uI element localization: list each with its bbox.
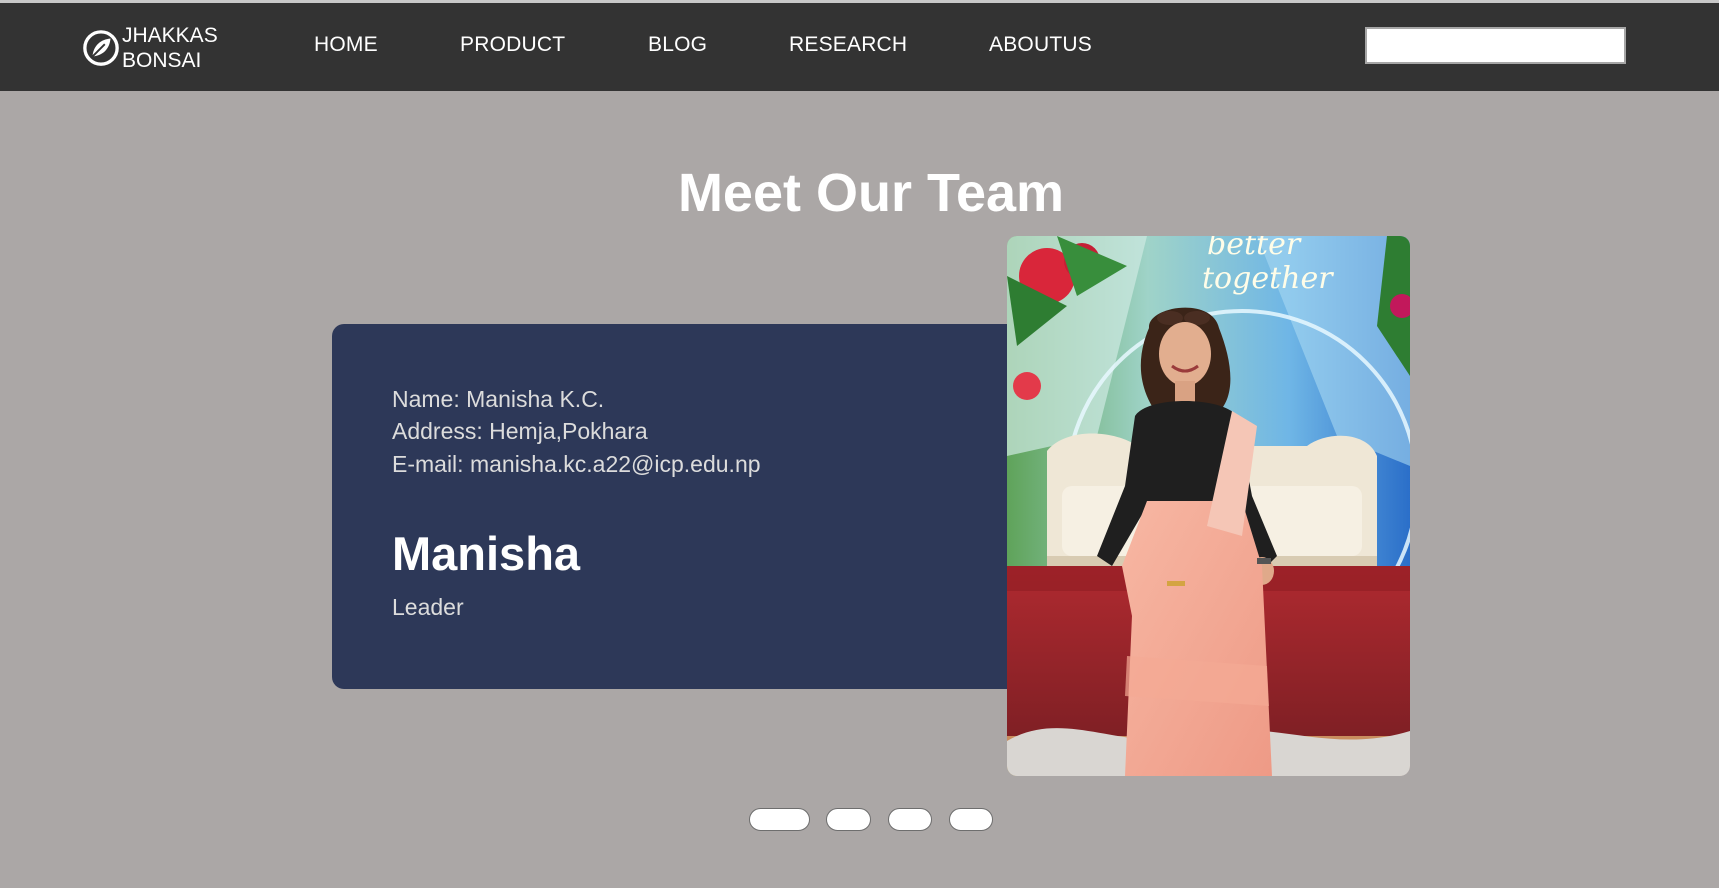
nav-aboutus[interactable]: ABOUTUS	[989, 33, 1092, 57]
member-display-name: Manisha	[392, 527, 581, 580]
navbar: JHAKKAS BONSAI HOME PRODUCT BLOG RESEARC…	[0, 3, 1719, 91]
search-input[interactable]	[1365, 27, 1626, 64]
member-name-line: Name: Manisha K.C.	[392, 386, 605, 412]
nav-research[interactable]: RESEARCH	[789, 33, 907, 57]
nav-product[interactable]: PRODUCT	[460, 33, 565, 57]
nav-blog[interactable]: BLOG	[648, 33, 707, 57]
brand-line-1: JHAKKAS	[122, 24, 218, 47]
brand-logo[interactable]: JHAKKAS BONSAI	[82, 23, 218, 73]
page-title: Meet Our Team	[677, 163, 1065, 223]
member-address-line: Address: Hemja,Pokhara	[392, 418, 648, 444]
photo-sign-text-2: together	[1202, 261, 1334, 296]
member-email-line: E-mail: manisha.kc.a22@icp.edu.np	[392, 451, 761, 477]
member-photo-image: better together	[1007, 236, 1410, 776]
member-photo: better together	[1007, 236, 1410, 776]
leaf-icon	[83, 30, 119, 66]
slider-dot-4[interactable]	[949, 808, 993, 831]
member-info-card: Name: Manisha K.C. Address: Hemja,Pokhar…	[332, 324, 1033, 689]
slider-dot-3[interactable]	[888, 808, 932, 831]
member-role: Leader	[392, 594, 464, 620]
brand-line-2: BONSAI	[122, 49, 202, 72]
nav-home[interactable]: HOME	[314, 33, 378, 57]
slider-dot-2[interactable]	[826, 808, 871, 831]
photo-sign-text: better	[1207, 236, 1302, 262]
slider-dots	[0, 808, 1719, 832]
slider-dot-1[interactable]	[749, 808, 810, 831]
brand-name: JHAKKAS BONSAI	[122, 23, 218, 73]
